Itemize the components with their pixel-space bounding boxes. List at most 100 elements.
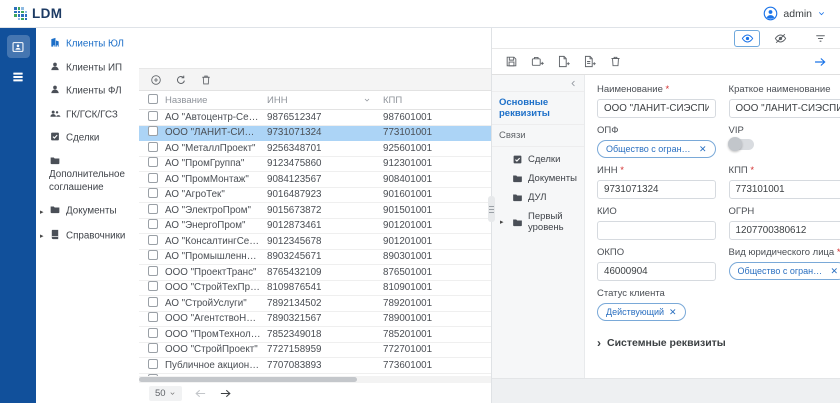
add-record-button[interactable] (150, 74, 162, 86)
field-chip[interactable]: Общество с ограниченной ...✕ (597, 140, 716, 158)
remove-chip-icon[interactable]: ✕ (699, 144, 707, 155)
table-row[interactable]: АО "КонсалтингСервис"9012345678901201001 (139, 234, 491, 250)
table-row[interactable]: АО "ЭлектроПром"9015673872901501001 (139, 203, 491, 219)
table-row[interactable]: ООО "СтройТехПром"8109876541810901001 (139, 281, 491, 297)
table-row[interactable]: АО "АгроТек"9016487923901601001 (139, 188, 491, 204)
row-checkbox[interactable] (148, 281, 158, 291)
refresh-button[interactable] (175, 74, 187, 86)
add-document-button[interactable] (557, 55, 570, 68)
subnav-item-links[interactable]: Связи (492, 125, 584, 147)
tree-item-документы[interactable]: Документы (492, 169, 584, 188)
table-row[interactable]: АО "ЭнергоПром"9012873461901201001 (139, 219, 491, 235)
row-checkbox[interactable] (148, 359, 158, 369)
row-checkbox[interactable] (148, 157, 158, 167)
table-row[interactable]: АО "ПромГруппа"9123475860912301001 (139, 157, 491, 173)
table-row[interactable]: АО "Автоцентр-Сервис"9876512347987601001 (139, 110, 491, 126)
nav-item-документы[interactable]: ▸Документы (36, 199, 139, 224)
table-row[interactable]: ООО "СтройПроект"7727158959772701001 (139, 343, 491, 359)
row-checkbox[interactable] (148, 173, 158, 183)
column-header-kpp[interactable]: КПП (383, 95, 491, 106)
select-all-checkbox[interactable] (148, 94, 158, 104)
remove-chip-icon[interactable]: ✕ (831, 266, 839, 277)
field-chip[interactable]: Общество с ограниченной ...✕ (729, 262, 840, 280)
row-checkbox[interactable] (148, 297, 158, 307)
cell-kpp: 901601001 (383, 189, 491, 200)
row-checkbox[interactable] (148, 188, 158, 198)
horizontal-scrollbar[interactable] (139, 376, 491, 383)
column-header-name[interactable]: Название (165, 95, 267, 106)
row-checkbox[interactable] (148, 328, 158, 338)
field-input[interactable] (597, 221, 716, 240)
system-section-toggle[interactable]: › Системные реквизиты (597, 337, 827, 349)
row-checkbox[interactable] (148, 343, 158, 353)
subnav-item-main-details[interactable]: Основные реквизиты (492, 91, 584, 125)
vip-toggle[interactable] (729, 139, 754, 150)
expand-arrow-icon[interactable]: ▸ (40, 206, 49, 219)
column-header-inn[interactable]: ИНН (267, 95, 383, 106)
nav-item-клиенты[interactable]: Клиенты ИП (36, 56, 139, 80)
cell-kpp: 789201001 (383, 298, 491, 309)
remove-chip-icon[interactable]: ✕ (669, 307, 677, 318)
field-input[interactable] (597, 262, 716, 281)
field-chip[interactable]: Действующий✕ (597, 303, 686, 321)
table-row[interactable]: ООО "ЛАНИТ-СИЭСПИ"9731071324773101001 (139, 126, 491, 142)
add-file-button[interactable] (583, 55, 596, 68)
prev-page-button[interactable] (194, 387, 207, 400)
filter-button[interactable] (814, 31, 827, 46)
table-row[interactable]: ООО "ПроектТранс"8765432109876501001 (139, 265, 491, 281)
expand-arrow-icon[interactable]: ▸ (40, 230, 49, 243)
row-checkbox[interactable] (148, 266, 158, 276)
next-page-button[interactable] (219, 387, 232, 400)
delete-record-button[interactable] (609, 55, 622, 68)
expand-arrow-icon[interactable]: ▸ (500, 218, 504, 226)
header-checkbox-cell (139, 94, 165, 107)
nav-item-справочники[interactable]: ▸Справочники (36, 224, 139, 249)
rail-registry-button[interactable] (7, 65, 30, 88)
add-case-button[interactable] (531, 55, 544, 68)
panel-resize-handle[interactable] (488, 196, 495, 222)
nav-item-клиенты[interactable]: Клиенты ФЛ (36, 79, 139, 103)
row-checkbox[interactable] (148, 312, 158, 322)
user-menu[interactable]: admin (763, 6, 826, 21)
cell-inn: 8903245671 (267, 251, 383, 262)
cell-inn: 9876512347 (267, 112, 383, 123)
tree-item-дул[interactable]: ДУЛ (492, 188, 584, 207)
row-checkbox[interactable] (148, 219, 158, 229)
field-input[interactable] (729, 99, 840, 118)
delete-button[interactable] (200, 74, 212, 86)
collapse-panel-button[interactable] (492, 75, 584, 91)
nav-item-label: Клиенты ЮЛ (66, 39, 124, 50)
tree-item-сделки[interactable]: Сделки (492, 150, 584, 169)
row-checkbox[interactable] (148, 250, 158, 260)
field-input[interactable] (597, 99, 716, 118)
row-checkbox[interactable] (148, 235, 158, 245)
rail-clients-button[interactable] (7, 35, 30, 58)
tree-item-первый-уровень[interactable]: ▸Первый уровень (492, 207, 584, 237)
nav-item-дополнительное[interactable]: Дополнительное соглашение (36, 150, 139, 200)
table-row[interactable]: АО "ПромМонтаж"9084123567908401001 (139, 172, 491, 188)
row-checkbox[interactable] (148, 111, 158, 121)
nav-item-клиенты[interactable]: Клиенты ЮЛ (36, 32, 139, 56)
row-checkbox[interactable] (148, 204, 158, 214)
table-row[interactable]: АО "МеталлПроект"9256348701925601001 (139, 141, 491, 157)
table-row[interactable]: АО "СтройУслуги"7892134502789201001 (139, 296, 491, 312)
save-button[interactable] (505, 55, 518, 68)
nav-item-гк/гск/гсз[interactable]: ГК/ГСК/ГСЗ (36, 103, 139, 127)
table-row[interactable]: Публичное акционерное общество7707083893… (139, 358, 491, 374)
table-row[interactable]: ООО "ПромТехнологии"7852349018785201001 (139, 327, 491, 343)
scrollbar-thumb[interactable] (139, 377, 357, 382)
hide-view-button[interactable] (768, 31, 792, 46)
row-checkbox[interactable] (148, 142, 158, 152)
page-size-select[interactable]: 50 (149, 386, 182, 401)
forward-button[interactable] (813, 55, 827, 69)
row-checkbox[interactable] (148, 126, 158, 136)
field-input[interactable] (729, 180, 840, 199)
field-input[interactable] (729, 221, 840, 240)
table-row[interactable]: АО "ПромышленныеТехнологии"8903245671890… (139, 250, 491, 266)
nav-item-label: Клиенты ФЛ (66, 86, 122, 97)
sort-caret-icon[interactable] (363, 96, 371, 104)
nav-item-сделки[interactable]: Сделки (36, 126, 139, 150)
show-view-button[interactable] (734, 30, 760, 47)
table-row[interactable]: ООО "АгентствоНедвижимости"7890321567789… (139, 312, 491, 328)
field-input[interactable] (597, 180, 716, 199)
